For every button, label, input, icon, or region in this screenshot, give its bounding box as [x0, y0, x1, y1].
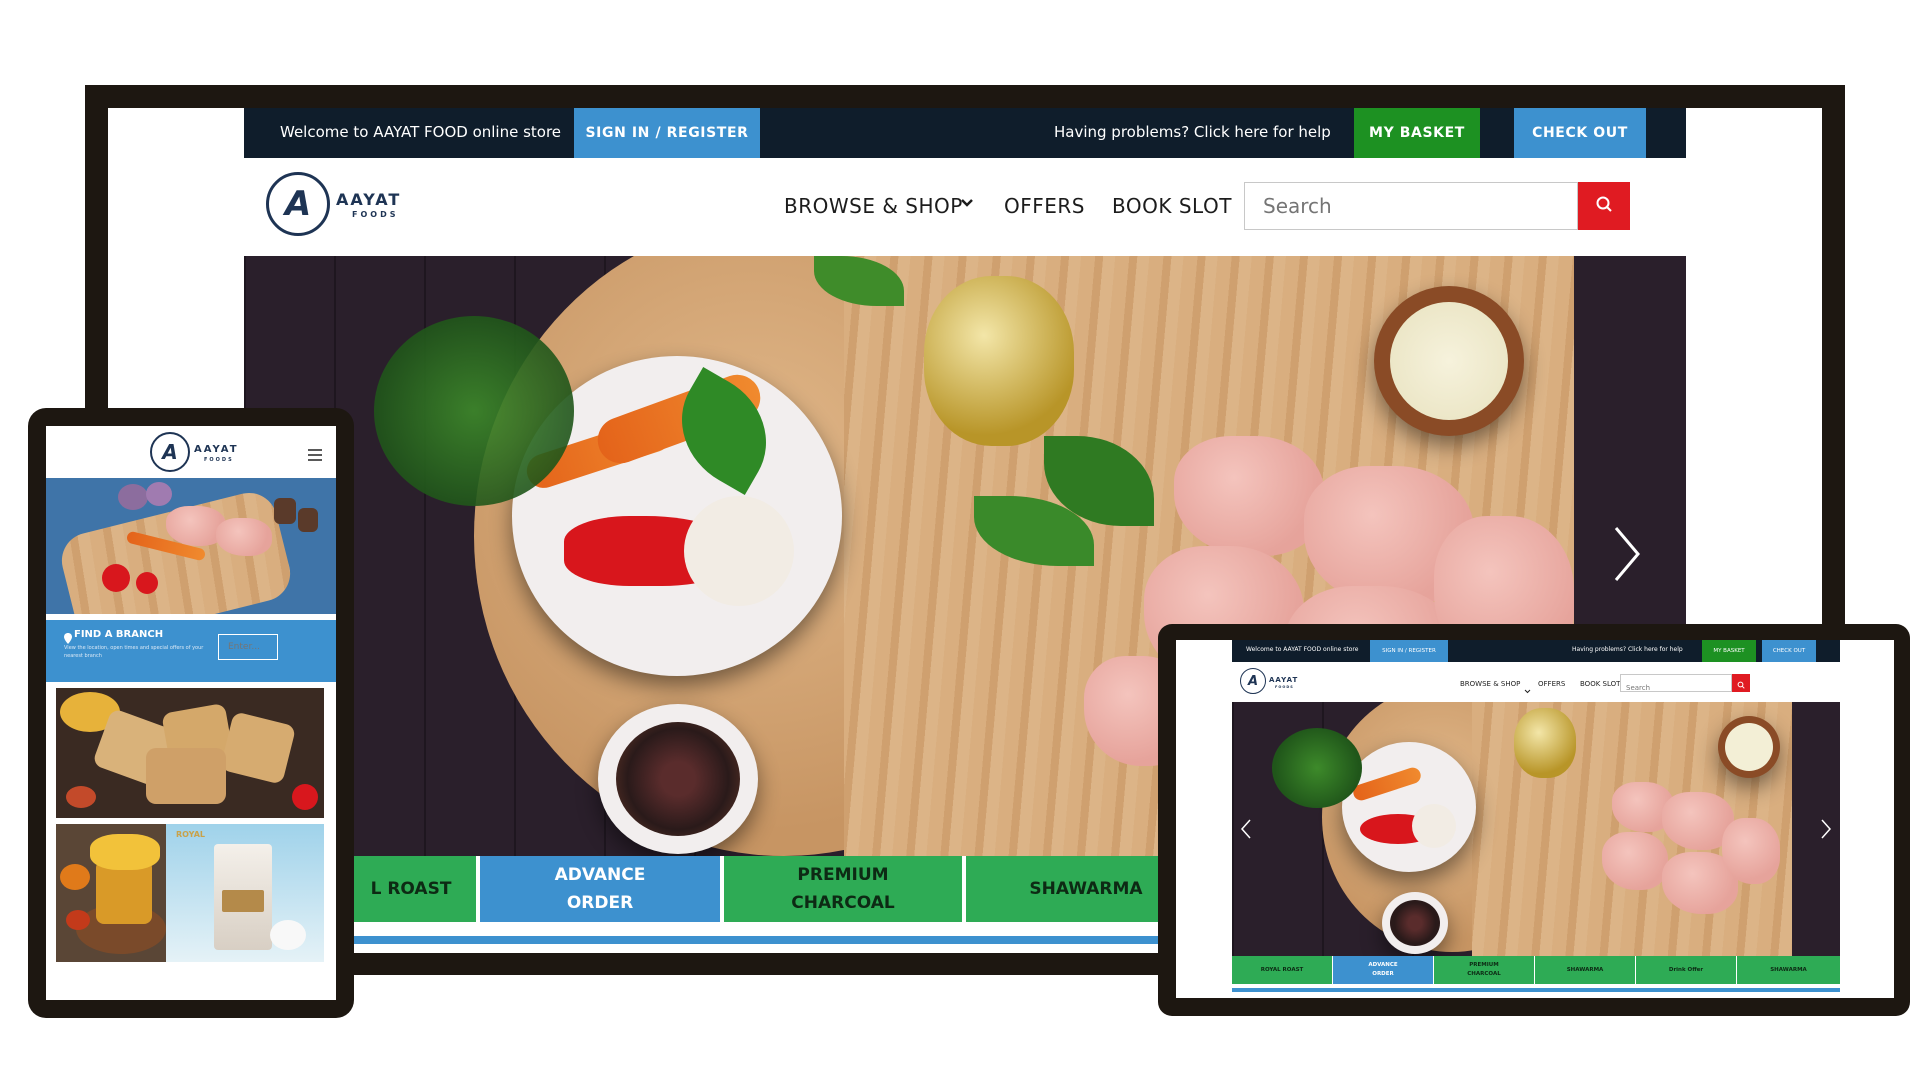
search-input[interactable] — [1245, 183, 1577, 229]
phone-sandwich-image — [56, 688, 324, 818]
search-field[interactable] — [1244, 182, 1578, 230]
sign-in-register-button[interactable]: SIGN IN / REGISTER — [574, 108, 760, 158]
phone-logo-mark: A — [150, 432, 190, 472]
logo-mark: A — [266, 172, 330, 236]
hamburger-icon[interactable] — [308, 446, 322, 465]
phone-logo[interactable]: A AAYAT FOODS — [150, 432, 240, 476]
laptop-chevron-down-icon[interactable] — [1524, 680, 1531, 699]
laptop-logo-mark: A — [1240, 668, 1266, 694]
help-link[interactable]: Having problems? Click here for help — [1054, 123, 1331, 141]
laptop-welcome-text: Welcome to AAYAT FOOD online store — [1246, 646, 1359, 653]
laptop-logo[interactable]: A AAYAT FOODS — [1240, 668, 1310, 698]
branch-search-input[interactable] — [218, 634, 278, 660]
phone-hero-image — [46, 478, 336, 614]
nav-offers[interactable]: OFFERS — [1004, 194, 1085, 218]
laptop-category-strip: ROYAL ROAST ADVANCE ORDER PREMIUM CHARCO… — [1232, 956, 1840, 984]
chevron-down-icon[interactable] — [959, 192, 979, 212]
category-advance-order[interactable]: ADVANCE ORDER — [480, 856, 720, 922]
phone-product-label: ROYAL — [176, 830, 205, 839]
laptop-nav-browse-shop[interactable]: BROWSE & SHOP — [1460, 680, 1520, 688]
laptop-hero-image — [1232, 702, 1840, 956]
laptop-logo-sub: FOODS — [1275, 685, 1294, 689]
phone-screen: A AAYAT FOODS FIND A BRANCH View the loc… — [46, 426, 336, 1000]
laptop-search-icon — [1737, 674, 1745, 693]
laptop-category-underline — [1232, 988, 1840, 992]
laptop-chevron-right-icon[interactable] — [1820, 818, 1832, 844]
laptop-category-drink-offer[interactable]: Drink Offer — [1636, 956, 1736, 984]
top-bar: Welcome to AAYAT FOOD online store SIGN … — [244, 108, 1686, 158]
chevron-right-icon[interactable] — [1610, 524, 1644, 588]
laptop-category-advance-order[interactable]: ADVANCE ORDER — [1333, 956, 1433, 984]
check-out-button[interactable]: CHECK OUT — [1514, 108, 1646, 158]
laptop-search-field[interactable] — [1620, 674, 1732, 696]
laptop-check-out-button[interactable]: CHECK OUT — [1762, 640, 1816, 662]
nav-browse-shop[interactable]: BROWSE & SHOP — [784, 194, 963, 218]
category-premium-charcoal[interactable]: PREMIUM CHARCOAL — [724, 856, 962, 922]
phone-logo-name: AAYAT — [194, 444, 239, 455]
find-branch-panel: FIND A BRANCH View the location, open ti… — [46, 620, 336, 682]
phone-logo-sub: FOODS — [204, 457, 234, 463]
laptop-screen: Welcome to AAYAT FOOD online store SIGN … — [1176, 640, 1894, 998]
search-button[interactable] — [1578, 182, 1630, 230]
welcome-text: Welcome to AAYAT FOOD online store — [280, 123, 562, 141]
phone-product-image: ROYAL — [166, 824, 324, 962]
logo-name: AAYAT — [336, 190, 402, 209]
logo-sub: FOODS — [352, 210, 399, 219]
my-basket-button[interactable]: MY BASKET — [1354, 108, 1480, 158]
category-royal-roast[interactable]: L ROAST — [346, 856, 476, 922]
logo[interactable]: A AAYAT FOODS — [266, 172, 406, 242]
laptop-help-link[interactable]: Having problems? Click here for help — [1572, 646, 1683, 653]
site-header: A AAYAT FOODS BROWSE & SHOP OFFERS BOOK … — [244, 158, 1686, 256]
find-branch-description: View the location, open times and specia… — [64, 645, 204, 659]
find-branch-title: FIND A BRANCH — [74, 629, 164, 640]
laptop-logo-name: AAYAT — [1269, 676, 1299, 684]
laptop-category-royal-roast[interactable]: ROYAL ROAST — [1232, 956, 1332, 984]
laptop-nav-offers[interactable]: OFFERS — [1538, 680, 1565, 688]
nav-book-slot[interactable]: BOOK SLOT — [1112, 194, 1232, 218]
laptop-chevron-left-icon[interactable] — [1240, 818, 1252, 844]
laptop-my-basket-button[interactable]: MY BASKET — [1702, 640, 1756, 662]
category-underline — [346, 936, 1286, 944]
laptop-sign-in-button[interactable]: SIGN IN / REGISTER — [1370, 640, 1448, 662]
laptop-category-shawarma[interactable]: SHAWARMA — [1535, 956, 1635, 984]
laptop-search-input[interactable] — [1621, 680, 1731, 696]
laptop-top-bar: Welcome to AAYAT FOOD online store SIGN … — [1232, 640, 1840, 662]
search-icon — [1595, 195, 1613, 217]
laptop-search-button[interactable] — [1732, 674, 1750, 692]
laptop-nav-book-slot[interactable]: BOOK SLOT — [1580, 680, 1620, 688]
laptop-category-premium-charcoal[interactable]: PREMIUM CHARCOAL — [1434, 956, 1534, 984]
laptop-category-shawarma-2[interactable]: SHAWARMA — [1737, 956, 1840, 984]
